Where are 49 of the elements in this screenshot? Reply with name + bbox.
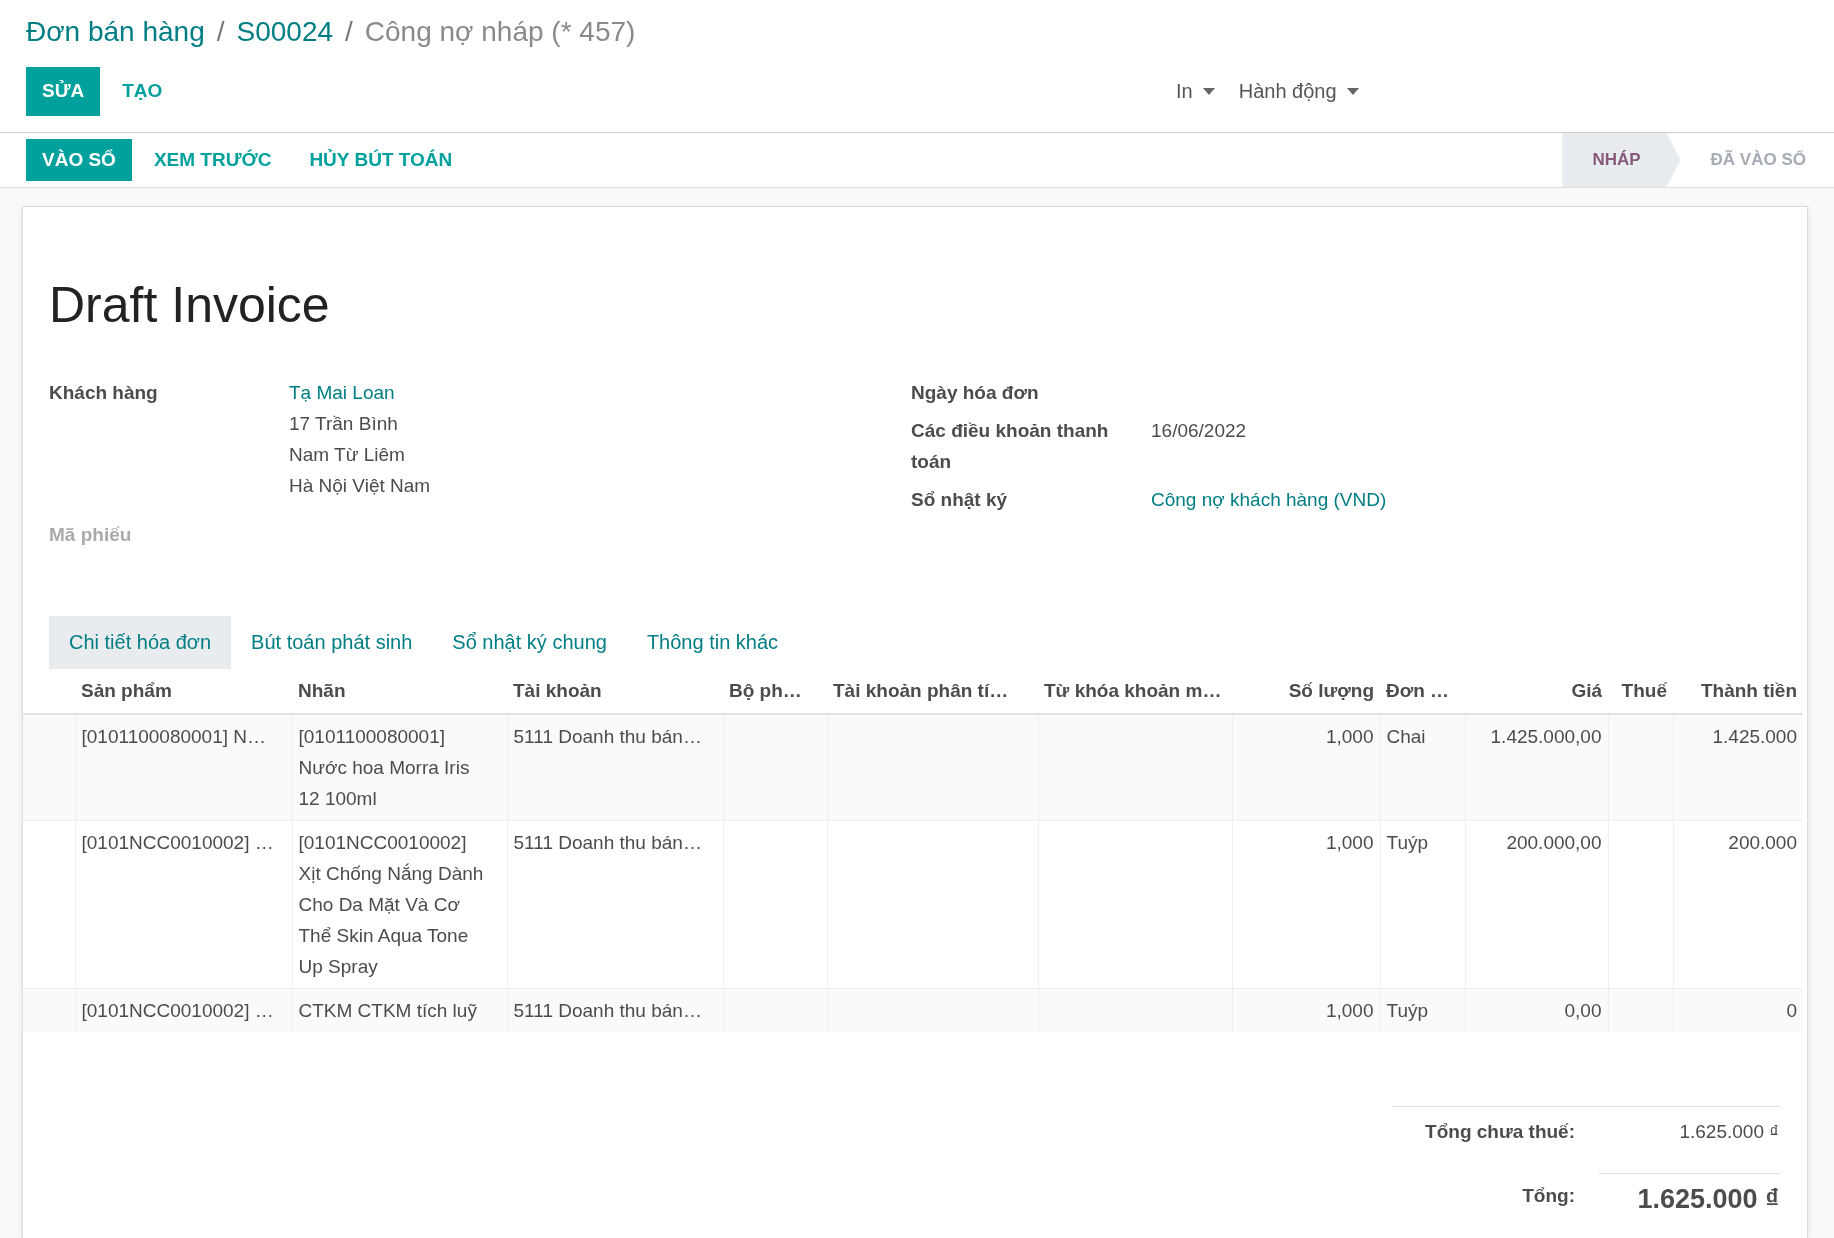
- table-cell: 1.425.000: [1673, 714, 1803, 821]
- tab[interactable]: Sổ nhật ký chung: [432, 616, 627, 669]
- address-line: Nam Từ Liêm: [289, 443, 406, 467]
- table-cell: [0101100080001] N…: [75, 714, 292, 821]
- total-label: Tổng:: [1521, 1184, 1575, 1207]
- journal-link[interactable]: Công nợ khách hàng (VND): [1151, 484, 1387, 522]
- dropdown-button[interactable]: Hành động: [1238, 79, 1359, 103]
- table-cell: 1.425.000,00: [1465, 714, 1608, 821]
- breadcrumb-link[interactable]: S00024: [236, 16, 334, 48]
- table-cell: [0101NCC0010002] …: [75, 988, 292, 1032]
- address-line: 17 Trần Bình: [289, 412, 399, 436]
- action-button[interactable]: HỦY BÚT TOÁN: [293, 139, 469, 181]
- breadcrumb-separator: /: [216, 16, 225, 48]
- table-cell: 1,000: [1232, 714, 1380, 821]
- table-cell: 0: [1673, 988, 1803, 1032]
- field-label: Ngày hóa đơn: [911, 381, 1040, 405]
- table-cell: CTKM CTKM tích luỹ: [292, 988, 507, 1032]
- tab[interactable]: Bút toán phát sinh: [231, 616, 433, 669]
- table-cell: Tuýp: [1380, 988, 1465, 1032]
- edit-button[interactable]: SỬA: [26, 66, 101, 116]
- table-cell: 5111 Doanh thu bán…: [507, 714, 723, 821]
- field-value: 16/06/2022: [1151, 419, 1248, 443]
- table-cell: 5111 Doanh thu bán…: [507, 988, 723, 1032]
- address-line: Hà Nội Việt Nam: [289, 474, 432, 498]
- total-label: Tổng chưa thuế:: [1424, 1121, 1575, 1143]
- breadcrumb-current: Công nợ nháp (* 457): [364, 16, 636, 48]
- breadcrumb-link[interactable]: Đơn bán hàng: [26, 16, 205, 48]
- caret-icon: [1346, 87, 1359, 95]
- document-title: Draft Invoice: [49, 276, 331, 335]
- field-label: Mã phiếu: [49, 523, 133, 547]
- subtotal-amount: 1.625.000 ₫: [1678, 1121, 1779, 1143]
- action-button[interactable]: VÀO SỔ: [26, 139, 132, 181]
- field-label: Sổ nhật ký: [911, 488, 1009, 512]
- create-button[interactable]: TẠO: [106, 66, 179, 116]
- table-cell: [0101100080001] Nước hoa Morra Iris 12 100ml: [292, 714, 507, 821]
- breadcrumb-separator: /: [345, 16, 353, 48]
- dropdown-button[interactable]: In: [1176, 79, 1215, 103]
- field-label: Các điều khoản thanh toán: [911, 419, 1110, 474]
- tab[interactable]: Chi tiết hóa đơn: [49, 616, 232, 669]
- table-cell: Chai: [1380, 714, 1465, 821]
- status-stage[interactable]: NHÁP: [1562, 133, 1681, 187]
- action-button[interactable]: XEM TRƯỚC: [137, 139, 288, 181]
- field-label: Khách hàng: [49, 381, 159, 405]
- total-amount: 1.625.000 ₫: [1599, 1173, 1779, 1215]
- table-cell: 1,000: [1232, 988, 1380, 1032]
- customer-link[interactable]: Tạ Mai Loan: [289, 377, 911, 408]
- table-cell: 0,00: [1465, 988, 1608, 1032]
- caret-icon: [1202, 87, 1215, 95]
- tab[interactable]: Thông tin khác: [626, 616, 799, 669]
